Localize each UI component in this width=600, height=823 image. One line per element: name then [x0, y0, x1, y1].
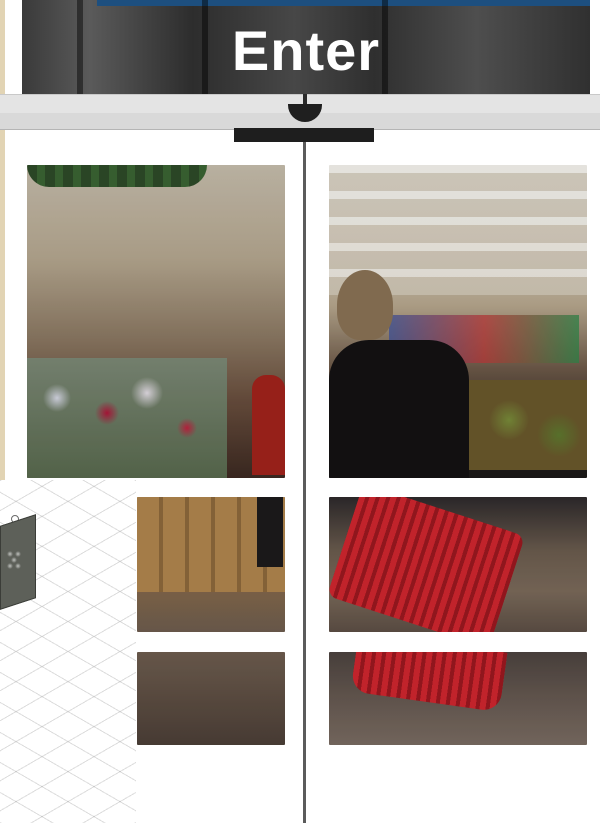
produce-display	[469, 380, 587, 470]
flower-bouquets	[27, 358, 227, 478]
crates-photo	[137, 497, 285, 632]
door-split-line	[303, 142, 306, 823]
garland-decoration	[27, 165, 207, 187]
header-blue-band	[97, 0, 590, 6]
red-basket-lower	[350, 652, 508, 713]
enter-button[interactable]: Enter	[22, 18, 590, 83]
entrance-header: Enter	[22, 0, 590, 94]
shopper-legs	[257, 497, 283, 567]
basket-photo	[329, 497, 587, 632]
door-handle-bar	[234, 128, 374, 142]
red-basket	[329, 497, 526, 632]
left-edge-strip	[0, 0, 5, 480]
shopper-body	[329, 340, 469, 478]
flower-aisle-photo	[27, 165, 285, 478]
device-speaker-icon	[4, 548, 24, 570]
floor-photo-right	[329, 652, 587, 745]
floor-photo-left	[137, 652, 285, 745]
shopper-photo	[329, 165, 587, 478]
shopper-red-coat	[252, 375, 285, 475]
shopper-hair	[337, 270, 393, 340]
